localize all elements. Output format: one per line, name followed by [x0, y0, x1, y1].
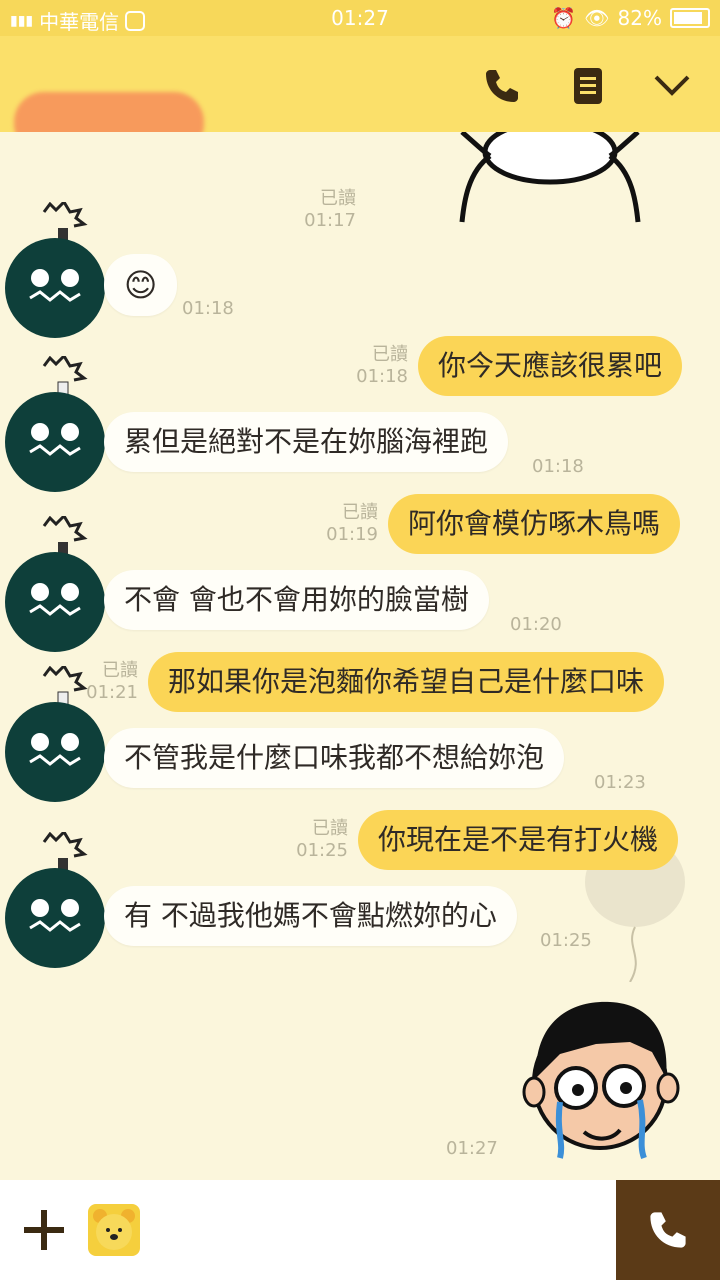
read-receipt: 已讀 01:25 — [296, 818, 348, 861]
message-time: 01:18 — [532, 456, 584, 477]
read-receipt: 已讀 01:18 — [356, 344, 408, 387]
chat-area[interactable]: 已讀 01:17 😊 01:18 已讀 01:18 你今天應該很累吧 累但是絕對… — [0, 132, 720, 1180]
call-icon[interactable] — [616, 1180, 720, 1280]
sticker-bear-icon[interactable] — [88, 1204, 140, 1256]
chat-header — [0, 36, 720, 154]
alarm-icon: ⏰ — [551, 6, 577, 30]
outgoing-message[interactable]: 你現在是不是有打火機 — [358, 810, 679, 870]
bomb-avatar[interactable] — [0, 832, 110, 972]
plus-icon[interactable] — [22, 1208, 66, 1252]
input-bar — [0, 1180, 720, 1280]
incoming-message[interactable]: 有 不過我他媽不會點燃妳的心 — [104, 886, 517, 946]
phone-icon[interactable] — [480, 64, 524, 108]
outgoing-message[interactable]: 你今天應該很累吧 — [418, 336, 683, 396]
read-receipt: 已讀 01:21 — [86, 660, 138, 703]
chevron-down-icon[interactable] — [650, 64, 694, 108]
message-time: 01:23 — [594, 772, 646, 793]
eye-icon: 👁 — [584, 6, 610, 30]
incoming-message[interactable]: 不管我是什麼口味我都不想給妳泡 — [104, 728, 565, 788]
menu-icon[interactable] — [566, 64, 610, 108]
incoming-message[interactable]: 不會 會也不會用妳的臉當樹 — [104, 570, 489, 630]
crying-face-sticker[interactable] — [520, 982, 710, 1180]
bomb-avatar[interactable] — [0, 202, 110, 342]
read-receipt: 已讀 01:19 — [326, 502, 378, 545]
message-time: 01:25 — [540, 930, 592, 951]
outgoing-message[interactable]: 那如果你是泡麵你希望自己是什麼口味 — [148, 652, 665, 712]
incoming-message[interactable]: 累但是絕對不是在妳腦海裡跑 — [104, 412, 509, 472]
outgoing-message[interactable]: 阿你會模仿啄木鳥嗎 — [388, 494, 681, 554]
sticker-figure-top — [459, 132, 641, 223]
read-receipt: 已讀 01:17 — [304, 188, 356, 231]
status-right: ⏰ 👁 82% — [551, 6, 710, 30]
battery-percent: 82% — [617, 6, 662, 30]
bomb-avatar[interactable] — [0, 356, 110, 496]
message-time: 01:20 — [510, 614, 562, 635]
bomb-avatar[interactable] — [0, 516, 110, 656]
battery-icon — [670, 8, 710, 28]
message-time: 01:27 — [446, 1138, 498, 1159]
incoming-message[interactable]: 😊 — [104, 254, 178, 316]
status-bar: ▮▮▮ 中華電信 01:27 ⏰ 👁 82% — [0, 0, 720, 36]
message-time: 01:18 — [182, 298, 234, 319]
